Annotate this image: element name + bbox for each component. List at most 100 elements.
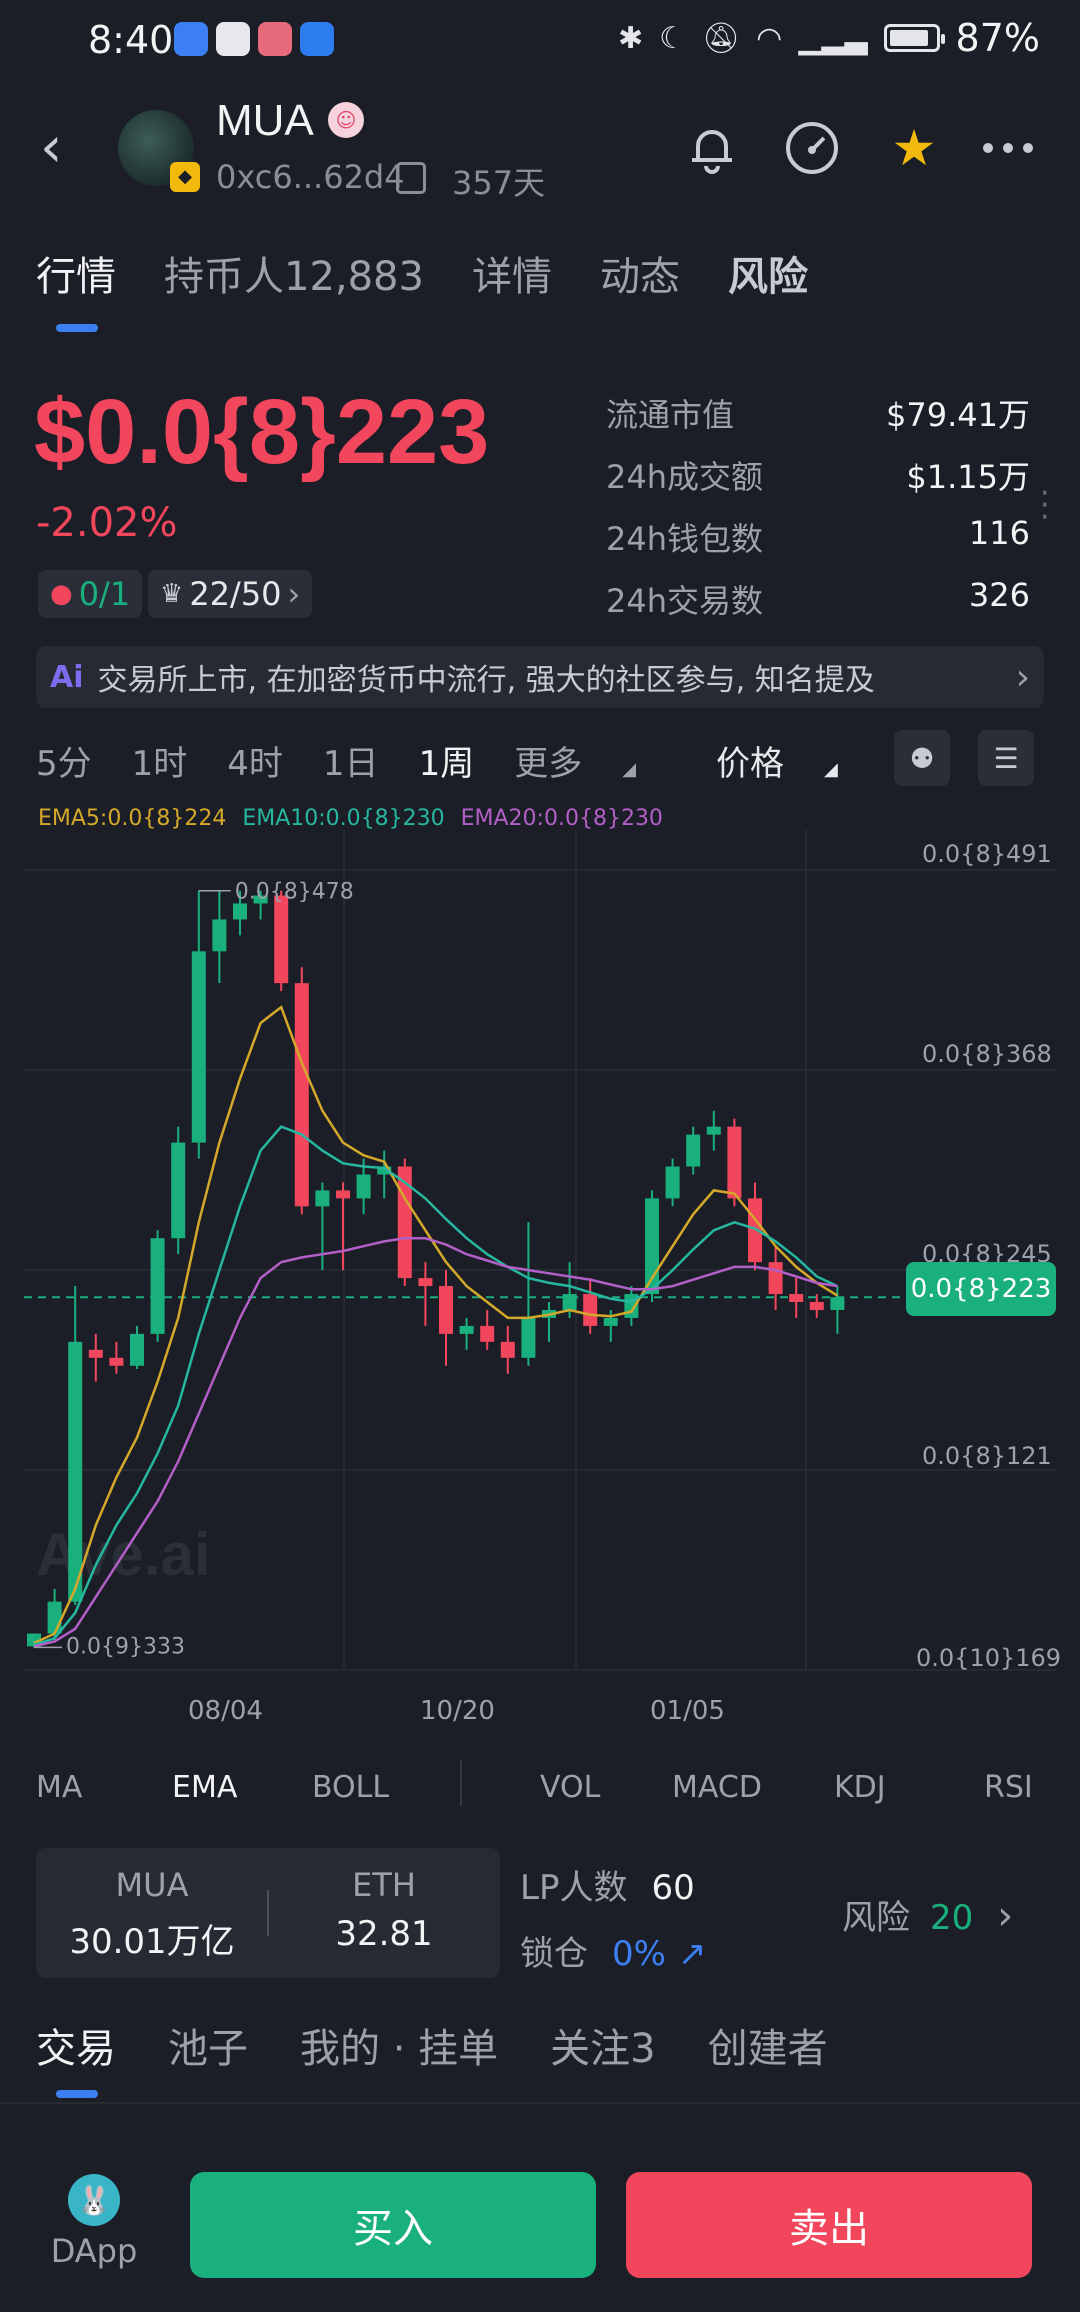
tab-pool[interactable]: 池子 [168,2016,248,2074]
indicator-divider [460,1760,462,1806]
bottom-tab-underline [56,2090,98,2098]
risk-score[interactable]: 风险 20 › [842,1890,1013,1939]
quote-token: ETH 32.81 [284,1866,484,1954]
tab-details[interactable]: 详情 [472,244,552,302]
wifi-icon: ◠ [756,20,783,56]
smiley-badge-icon: ☺ [328,102,364,138]
x-axis-label: 01/05 [650,1696,725,1726]
candle-body [88,1349,103,1358]
crown-chip[interactable]: ♛ 22/50 › [148,570,313,618]
stat-row: 24h成交额 $1.15万 [606,452,1030,514]
y-axis-label: 0.0{8}491 [922,840,1052,868]
moneybag-value: 0/1 [78,575,131,613]
interval-1h[interactable]: 1时 [132,736,188,785]
indicator-ema[interactable]: EMA [172,1770,237,1805]
drawing-tools-icon[interactable]: ⚉ [894,730,950,786]
tab-risk[interactable]: 风险 [728,244,808,302]
candle-body [500,1341,515,1358]
candle-body [583,1294,598,1326]
candle-body [521,1317,536,1358]
quote-amount: 32.81 [335,1914,433,1954]
candle-body [191,951,206,1143]
candle-body [665,1166,680,1199]
gauge-icon[interactable] [780,116,844,180]
more-icon[interactable] [976,116,1040,180]
dapp-button[interactable]: 🐰 DApp [46,2174,142,2270]
tab-my-orders[interactable]: 我的 · 挂单 [300,2016,498,2074]
indicator-vol[interactable]: VOL [540,1770,600,1805]
token-header: ‹ ◆ MUA ☺ 0xc6...62d4 357天 ★ [0,90,1080,210]
ai-icon: Ai [50,659,84,695]
price-change: -2.02% [36,500,178,546]
quote-symbol: ETH [352,1866,416,1904]
candle-body [150,1238,165,1334]
triangle-down-icon: ◢ [824,759,838,780]
y-axis-label: 0.0{8}368 [922,1040,1052,1068]
stat-row: 24h钱包数 116 [606,514,1030,576]
candle-body [336,1190,350,1199]
chart-settings-icon[interactable]: ☰ [978,730,1034,786]
app-notification-icon [258,22,292,56]
token-detail-page: 8:40 ✱ ☾ 🔕︎ ◠ ▁▂▃ 87% ‹ ◆ MUA ☺ 0xc6...6… [0,0,1080,2312]
pancake-icon: 🐰 [68,2174,120,2226]
indicator-kdj[interactable]: KDJ [834,1770,886,1805]
token-address: 0xc6...62d4 [216,158,405,196]
bottom-tabs: 交易 池子 我的 · 挂单 关注3 创建者 [36,2016,828,2074]
crown-icon: ♛ [160,579,184,609]
chain-badge-icon: ◆ [170,162,200,192]
notification-icons [174,22,334,56]
price-mode[interactable]: 价格 ◢ [716,736,878,785]
candle-body [171,1142,186,1239]
high-label: 0.0{8}478 [235,880,354,905]
lp-holders-label: LP人数 [520,1868,628,1908]
vertical-dots-icon[interactable]: · · · [1040,479,1050,533]
mute-icon: 🔕︎ [702,20,741,56]
buy-button[interactable]: 买入 [190,2172,596,2278]
back-icon[interactable]: ‹ [40,120,62,176]
candle-body [233,903,247,920]
detail-tabs: 行情 持币人12,883 详情 动态 风险 [36,244,808,302]
chevron-right-icon: › [287,575,301,613]
tab-trade[interactable]: 交易 [36,2016,116,2074]
star-icon[interactable]: ★ [882,116,946,180]
stat-label: 24h钱包数 [606,520,764,558]
x-axis-label: 10/20 [420,1696,495,1726]
stat-row: 24h交易数 326 [606,576,1030,638]
sell-button[interactable]: 卖出 [626,2172,1032,2278]
candle-body [686,1134,701,1167]
tab-market[interactable]: 行情 [36,244,116,302]
indicator-rsi[interactable]: RSI [984,1770,1033,1805]
stat-label: 24h交易数 [606,582,764,620]
tab-holders[interactable]: 持币人12,883 [164,244,424,302]
ai-summary-bar[interactable]: Ai 交易所上市, 在加密货币中流行, 强大的社区参与, 知名提及 › [36,646,1044,708]
dapp-label: DApp [50,2232,138,2270]
ai-summary-text: 交易所上市, 在加密货币中流行, 强大的社区参与, 知名提及 [97,663,875,698]
indicator-boll[interactable]: BOLL [312,1770,389,1805]
indicator-macd[interactable]: MACD [672,1770,762,1805]
tab-creator[interactable]: 创建者 [708,2016,828,2074]
interval-1w[interactable]: 1周 [419,736,475,785]
tab-activity[interactable]: 动态 [600,244,680,302]
interval-5m[interactable]: 5分 [36,736,92,785]
candle-body [809,1301,824,1310]
bell-icon[interactable] [680,116,744,180]
interval-4h[interactable]: 4时 [227,736,283,785]
pool-pair-card[interactable]: MUA 30.01万亿 ETH 32.81 [36,1848,500,1978]
tab-following[interactable]: 关注3 [550,2016,655,2074]
market-stats: 流通市值 $79.41万 24h成交额 $1.15万 24h钱包数 116 24h交易… [606,390,1030,638]
external-link-icon[interactable]: ↗ [678,1934,707,1974]
token-age: 357天 [452,164,546,202]
token-avatar[interactable]: ◆ [118,110,200,192]
moneybag-chip[interactable]: ● 0/1 [38,570,143,618]
candle-body [68,1341,83,1602]
interval-1d[interactable]: 1日 [323,736,379,785]
chevron-right-icon: › [997,1893,1014,1939]
interval-more[interactable]: 更多 ◢ [514,736,676,785]
ema20-legend: EMA20:0.0{8}230 [460,806,663,831]
app-notification-icon [174,22,208,56]
indicator-ma[interactable]: MA [36,1770,82,1805]
candle-body [706,1126,721,1135]
battery-icon [883,24,945,52]
copy-icon[interactable] [396,162,426,194]
lp-lock[interactable]: 锁仓 0% ↗ [520,1926,706,1975]
